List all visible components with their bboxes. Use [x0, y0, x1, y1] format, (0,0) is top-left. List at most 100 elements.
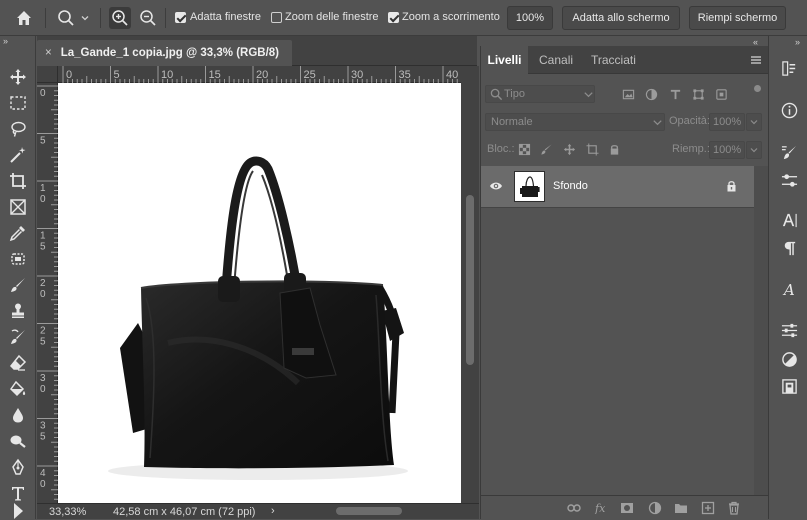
link-layers-icon[interactable] [567, 501, 581, 515]
info-icon[interactable] [779, 100, 799, 120]
scrubby-zoom-checkbox[interactable] [388, 12, 399, 23]
tab-channels[interactable]: Canali [539, 46, 573, 74]
separator [45, 8, 46, 28]
vertical-ruler[interactable]: 051015202530354045 [37, 83, 58, 503]
expand-dock-icon[interactable]: » [795, 37, 800, 47]
ruler-label: 15 [209, 69, 221, 81]
blend-mode-select[interactable]: Normale [485, 113, 665, 131]
vertical-ruler-ticks: 051015202530354045 [37, 85, 58, 500]
brush-settings-icon[interactable] [779, 142, 799, 162]
lock-artboard-icon[interactable] [585, 142, 599, 156]
zoom-windows-checkbox[interactable] [271, 12, 282, 23]
stamp-tool-icon[interactable] [6, 300, 30, 322]
opacity-dropdown[interactable] [746, 113, 762, 131]
blur-tool-icon[interactable] [6, 404, 30, 426]
fill-field[interactable]: 100% [709, 141, 745, 159]
fit-screen-button[interactable]: Adatta allo schermo [562, 6, 680, 30]
paragraph-panel-icon[interactable] [779, 238, 799, 258]
color-adjust-icon[interactable] [779, 349, 799, 369]
lock-transparent-pixels-icon[interactable] [517, 142, 531, 156]
eraser-tool-icon[interactable] [6, 352, 30, 374]
new-layer-icon[interactable] [701, 501, 715, 515]
fx-icon[interactable]: fx [594, 501, 608, 515]
libraries-panel-icon[interactable] [779, 376, 799, 396]
collapse-toolbar-icon[interactable]: » [3, 36, 8, 46]
panel-tabs: Livelli Canali Tracciati [481, 46, 768, 74]
separator [165, 8, 166, 28]
lock-all-icon[interactable] [607, 142, 621, 156]
adjustment-layer-icon[interactable] [648, 501, 662, 515]
crop-tool-icon[interactable] [6, 170, 30, 192]
zoom-level-field[interactable]: 33,33% [49, 506, 86, 518]
layers-scrollbar[interactable] [754, 166, 768, 495]
eyedropper-tool-icon[interactable] [6, 222, 30, 244]
lock-position-icon[interactable] [562, 142, 576, 156]
bag-photo [108, 156, 408, 480]
frame-tool-icon[interactable] [6, 196, 30, 218]
properties-panel-icon[interactable] [779, 320, 799, 340]
adjustments-icon[interactable] [779, 170, 799, 190]
zoom-value-field[interactable]: 100% [507, 6, 553, 30]
history-brush-tool-icon[interactable] [6, 326, 30, 348]
zoom-windows-label: Zoom delle finestre [285, 11, 379, 23]
document-tab[interactable]: × La_Gande_1 copia.jpg @ 33,3% (RGB/8) [37, 40, 292, 66]
history-panel-icon[interactable] [779, 58, 799, 78]
filter-toggle[interactable] [754, 85, 761, 92]
ruler-label: 0 [40, 479, 46, 490]
home-icon[interactable] [13, 7, 35, 29]
search-icon [489, 87, 503, 101]
close-tab-icon[interactable]: × [45, 47, 52, 59]
filter-shape-icon[interactable] [691, 87, 705, 101]
brush-tool-icon[interactable] [6, 274, 30, 296]
zoom-out-icon[interactable] [137, 7, 159, 29]
lock-image-pixels-icon[interactable] [539, 142, 553, 156]
status-menu-arrow-icon[interactable]: › [271, 505, 275, 517]
paint-bucket-tool-icon[interactable] [6, 378, 30, 400]
filter-smart-object-icon[interactable] [714, 87, 728, 101]
zoom-tool-icon[interactable] [55, 7, 77, 29]
ruler-label: 5 [40, 432, 46, 443]
trash-icon[interactable] [727, 501, 741, 515]
fit-windows-checkbox[interactable] [175, 12, 186, 23]
glyphs-panel-icon[interactable]: A [779, 279, 799, 299]
character-panel-icon[interactable] [779, 210, 799, 230]
filter-type-icon[interactable] [668, 87, 682, 101]
magic-wand-tool-icon[interactable] [6, 144, 30, 166]
eye-icon[interactable] [489, 180, 503, 195]
layer-row[interactable]: Sfondo [481, 166, 754, 208]
layer-name[interactable]: Sfondo [553, 180, 588, 192]
marquee-tool-icon[interactable] [6, 92, 30, 114]
layers-footer: fx [481, 495, 768, 519]
move-tool-icon[interactable] [6, 66, 30, 88]
tab-paths[interactable]: Tracciati [591, 46, 636, 74]
lasso-tool-icon[interactable] [6, 118, 30, 140]
horizontal-ruler[interactable]: 0 5 10 15 20 25 30 35 40 [58, 66, 461, 83]
filter-pixel-icon[interactable] [621, 87, 635, 101]
fill-screen-button[interactable]: Riempi schermo [689, 6, 786, 30]
dodge-tool-icon[interactable] [6, 430, 30, 452]
ruler-label: 5 [114, 69, 120, 81]
folder-icon[interactable] [674, 501, 688, 515]
add-mask-icon[interactable] [620, 501, 634, 515]
vertical-scrollbar-thumb[interactable] [466, 195, 474, 365]
fill-dropdown[interactable] [746, 141, 762, 159]
blend-mode-value: Normale [491, 116, 533, 128]
pen-tool-icon[interactable] [6, 456, 30, 478]
document-canvas[interactable] [58, 83, 461, 503]
opacity-field[interactable]: 100% [709, 113, 745, 131]
status-bar: 33,33% 42,58 cm x 46,07 cm (72 ppi) › [37, 503, 479, 519]
path-selection-tool-icon[interactable] [6, 503, 30, 519]
filter-adjustment-icon[interactable] [644, 87, 658, 101]
document-title: La_Gande_1 copia.jpg @ 33,3% (RGB/8) [60, 47, 279, 59]
ruler-corner[interactable] [37, 66, 58, 83]
layers-panel: Livelli Canali Tracciati Tipo Normale Op… [480, 46, 768, 519]
panel-menu-icon[interactable] [750, 54, 762, 69]
tab-layers[interactable]: Livelli [481, 46, 528, 74]
ruler-label: 2 [40, 326, 46, 337]
type-tool-icon[interactable] [6, 482, 30, 504]
zoom-in-icon[interactable] [109, 7, 131, 29]
healing-brush-tool-icon[interactable] [6, 248, 30, 270]
chevron-down-icon[interactable] [78, 7, 92, 29]
horizontal-scrollbar-thumb[interactable] [336, 507, 402, 515]
options-bar: Adatta finestre Zoom delle finestre Zoom… [0, 0, 807, 36]
